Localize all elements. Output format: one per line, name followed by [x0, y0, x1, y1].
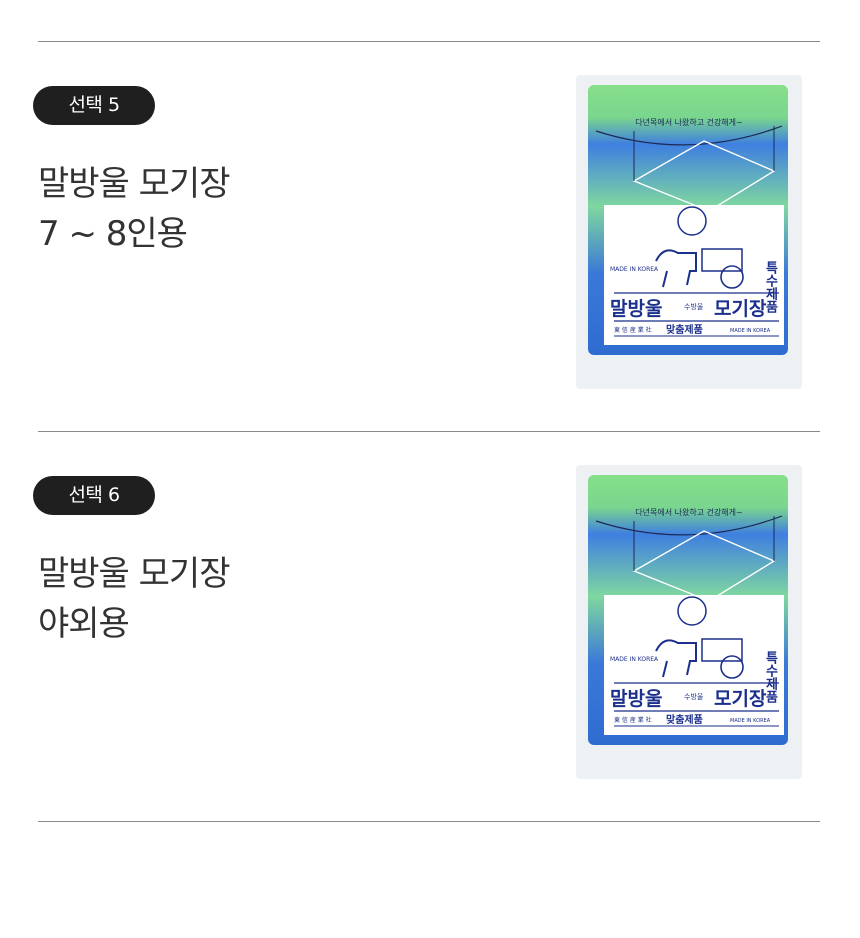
package-product-text: 모기장: [714, 298, 767, 320]
package-seal-text: 수방울: [684, 692, 704, 701]
product-name: 말방울 모기장: [38, 164, 230, 204]
package-made-in: MADE IN KOREA: [610, 266, 659, 273]
package-seal-text: 수방울: [684, 302, 704, 311]
option-badge: 선택 6: [33, 476, 155, 515]
package-maker-text: 東 信 産 業 社: [614, 716, 652, 724]
package-maker-text: 東 信 産 業 社: [614, 326, 652, 334]
product-size: 야외용: [38, 604, 130, 644]
package-brand-text: 말방울: [610, 688, 662, 710]
package-custom-text: 맞춤제품: [666, 323, 703, 336]
option-6-section: 선택 6 말방울 모기장 야외용 다년목에서 나왔하고 건강해게~ MADE I…: [0, 431, 860, 821]
product-image: 다년목에서 나왔하고 건강해게~ MADE IN KOREA 특수제품 말방울 …: [574, 71, 804, 391]
mosquito-net-package: 다년목에서 나왔하고 건강해게~ MADE IN KOREA 특수제품 말방울 …: [574, 461, 804, 781]
product-image: 다년목에서 나왔하고 건강해게~ MADE IN KOREA 특수제품 말방울 …: [574, 461, 804, 781]
product-name: 말방울 모기장: [38, 554, 230, 594]
package-made-in: MADE IN KOREA: [610, 656, 659, 663]
package-top-text: 다년목에서 나왔하고 건강해게~: [635, 117, 742, 127]
package-brand-text: 말방울: [610, 298, 662, 320]
option-title: 말방울 모기장 야외용: [38, 549, 230, 649]
package-made-in-small: MADE IN KOREA: [730, 328, 771, 334]
option-title: 말방울 모기장 7 ~ 8인용: [38, 159, 230, 259]
option-5-section: 선택 5 말방울 모기장 7 ~ 8인용 다년목에서 나왔하고 건강해게~ MA…: [0, 41, 860, 431]
product-size: 7 ~ 8인용: [38, 214, 188, 254]
package-product-text: 모기장: [714, 688, 767, 710]
package-made-in-small: MADE IN KOREA: [730, 718, 771, 724]
package-custom-text: 맞춤제품: [666, 713, 703, 726]
mosquito-net-package: 다년목에서 나왔하고 건강해게~ MADE IN KOREA 특수제품 말방울 …: [574, 71, 804, 391]
option-badge: 선택 5: [33, 86, 155, 125]
divider-bottom: [38, 821, 820, 822]
package-top-text: 다년목에서 나왔하고 건강해게~: [635, 507, 742, 517]
